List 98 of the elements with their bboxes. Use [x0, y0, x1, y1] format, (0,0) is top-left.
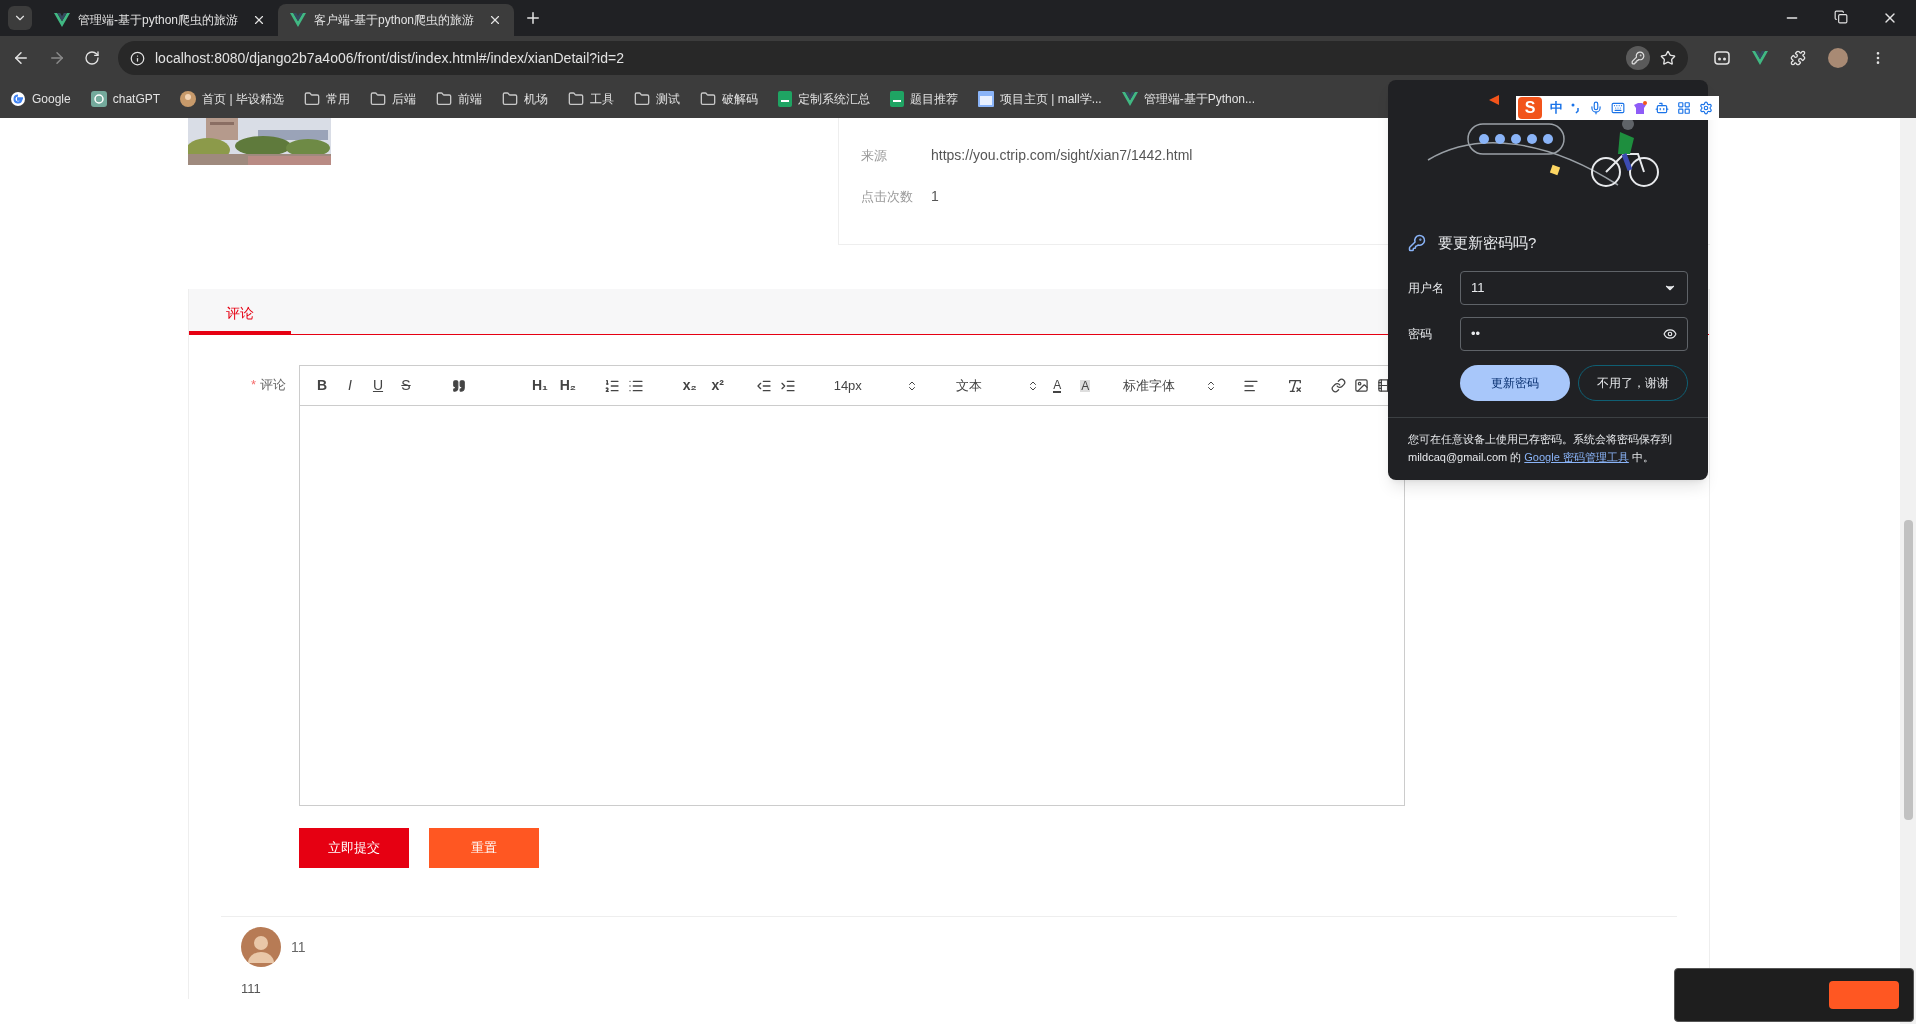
bookmark-item[interactable]: 后端	[391, 90, 416, 108]
browser-tab[interactable]: 管理端-基于python爬虫的旅游	[42, 4, 278, 36]
bookmark-item[interactable]: 前端	[457, 90, 482, 108]
address-bar[interactable]: localhost:8080/django2b7a4o06/front/dist/index.html#/index/xianDetail?id=2	[118, 41, 1688, 75]
profile-avatar[interactable]	[1828, 48, 1848, 68]
field-value: https://you.ctrip.com/sight/xian7/1442.html	[931, 146, 1193, 165]
skin-icon[interactable]	[1633, 101, 1647, 115]
tab-favicon-icon	[54, 13, 70, 27]
bookmark-item[interactable]: chatGPT	[112, 90, 161, 108]
clear-format-icon[interactable]	[1287, 377, 1304, 394]
format-tool[interactable]: B	[312, 374, 332, 397]
quote-icon[interactable]	[451, 378, 466, 393]
size-select[interactable]: 14px	[833, 375, 918, 396]
folder-icon	[369, 91, 386, 107]
extension-icon[interactable]	[1714, 50, 1730, 66]
reload-icon[interactable]	[84, 50, 100, 66]
bookmark-item[interactable]: 定制系统汇总	[797, 90, 870, 108]
ime-language[interactable]: 中	[1550, 98, 1563, 118]
popup-footer-text: 您可在任意设备上使用已存密码。系统会将密码保存到 mildcaq@gmail.com 的 Google 密码管理工具 中。	[1408, 431, 1673, 465]
font-color-tool[interactable]: A	[1047, 374, 1068, 397]
block-select[interactable]: 文本	[955, 375, 1040, 396]
close-icon[interactable]	[252, 13, 266, 27]
page-icon	[977, 91, 994, 107]
comment-text: 111	[240, 980, 262, 998]
font-select[interactable]: 标准字体	[1123, 375, 1218, 396]
show-password-icon[interactable]	[1663, 326, 1677, 341]
bookmark-item[interactable]: Google	[32, 90, 71, 108]
username-label: 用户名	[1408, 279, 1445, 297]
bookmark-item[interactable]: 项目主页 | mall学...	[999, 90, 1102, 108]
password-key-icon[interactable]	[1626, 46, 1650, 70]
script-tool[interactable]: x₂	[679, 374, 700, 397]
folder-icon	[633, 91, 650, 107]
folder-icon	[567, 91, 584, 107]
forward-icon[interactable]	[48, 49, 66, 67]
site-info-icon[interactable]	[130, 50, 145, 66]
section-tab[interactable]: 评论	[189, 296, 291, 334]
tab-favicon-icon	[290, 13, 306, 27]
google-icon	[10, 91, 26, 107]
background-color-tool[interactable]: A	[1075, 374, 1096, 397]
username-field[interactable]: 11	[1460, 270, 1688, 305]
bookmark-item[interactable]: 测试	[655, 90, 680, 108]
site-icon	[90, 91, 107, 107]
folder-icon	[303, 91, 320, 107]
grid-icon[interactable]	[1677, 101, 1691, 115]
settings-icon[interactable]	[1699, 101, 1713, 115]
folder-icon	[501, 91, 518, 107]
vue-extension-icon	[1752, 51, 1768, 65]
tab-search-button[interactable]	[8, 6, 32, 30]
punctuation-icon[interactable]	[1571, 102, 1581, 114]
bookmark-item[interactable]: 破解码	[721, 90, 758, 108]
robot-icon[interactable]	[1655, 101, 1669, 115]
bookmark-item[interactable]: 管理端-基于Python...	[1143, 90, 1255, 108]
ordered-list-icon[interactable]	[603, 377, 620, 394]
sheet-icon	[889, 91, 904, 107]
script-tool[interactable]: x²	[707, 374, 728, 397]
heading-tool[interactable]: H₂	[557, 374, 578, 397]
new-tab-icon[interactable]	[524, 9, 542, 27]
user-avatar	[241, 927, 281, 967]
back-icon[interactable]	[12, 49, 30, 67]
folder-icon	[435, 91, 452, 107]
restore-icon[interactable]	[1834, 10, 1848, 24]
format-tool[interactable]: U	[368, 374, 388, 397]
password-field[interactable]: ••	[1460, 316, 1688, 351]
bookmark-item[interactable]: 工具	[589, 90, 614, 108]
key-icon	[1408, 234, 1426, 253]
image-icon[interactable]	[1354, 378, 1370, 393]
bookmark-item[interactable]: 机场	[523, 90, 548, 108]
keyboard-icon[interactable]	[1611, 101, 1625, 115]
tab-title: 客户端-基于python爬虫的旅游	[314, 12, 476, 29]
comment-user: 11	[291, 937, 306, 957]
password-label: 密码	[1408, 325, 1433, 343]
microphone-icon[interactable]	[1589, 101, 1603, 115]
bookmark-item[interactable]: 首页 | 毕设精选	[202, 90, 284, 108]
popup-title: 要更新密码吗?	[1438, 233, 1537, 253]
browser-tab[interactable]: 客户端-基于python爬虫的旅游	[278, 4, 514, 36]
ime-pointer-icon	[1489, 95, 1499, 105]
password-manager-link[interactable]: Google 密码管理工具	[1524, 450, 1629, 463]
update-password-button[interactable]: 更新密码	[1460, 364, 1570, 401]
field-label: 来源	[861, 146, 888, 165]
form-button[interactable]: 立即提交	[299, 828, 409, 868]
bookmark-star-icon[interactable]	[1660, 50, 1676, 66]
scrollbar[interactable]	[1900, 118, 1916, 1024]
v-logo-icon	[1121, 92, 1138, 106]
heading-tool[interactable]: H₁	[529, 374, 550, 397]
bookmark-item[interactable]: 题目推荐	[909, 90, 958, 108]
avatar-icon	[180, 91, 197, 107]
form-label: * 评论	[251, 376, 287, 394]
extensions-icon[interactable]	[1790, 50, 1806, 66]
close-icon[interactable]	[488, 13, 502, 27]
bookmark-item[interactable]: 常用	[325, 90, 350, 108]
format-tool[interactable]: S	[396, 374, 416, 397]
url-text: localhost:8080/django2b7a4o06/front/dist/index.html#/index/xianDetail?id=2	[155, 48, 625, 68]
format-tool[interactable]: I	[340, 374, 360, 397]
field-value: 1	[931, 187, 939, 206]
tab-title: 管理端-基于python爬虫的旅游	[78, 12, 240, 29]
folder-icon	[699, 91, 716, 107]
sheet-icon	[777, 91, 792, 107]
link-icon[interactable]	[1331, 378, 1347, 393]
